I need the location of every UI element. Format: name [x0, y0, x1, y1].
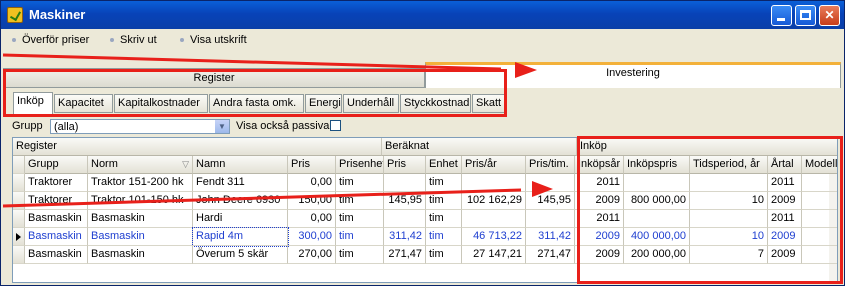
arrow-line-bottom: [2, 188, 522, 208]
maskiner-window: Maskiner ✕ Överför priser Skriv ut Visa …: [0, 0, 845, 286]
arrow-head-bottom: [532, 181, 553, 197]
annotation-arrows: [2, 53, 553, 208]
arrow-line-top: [2, 53, 502, 71]
arrow-head-top: [515, 62, 537, 78]
